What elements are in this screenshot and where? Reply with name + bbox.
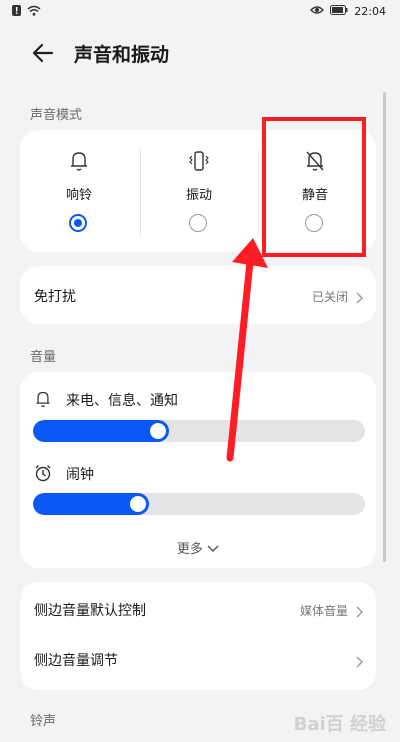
watermark: Bai百 经验	[293, 714, 386, 735]
annotation-arrow	[226, 238, 268, 462]
